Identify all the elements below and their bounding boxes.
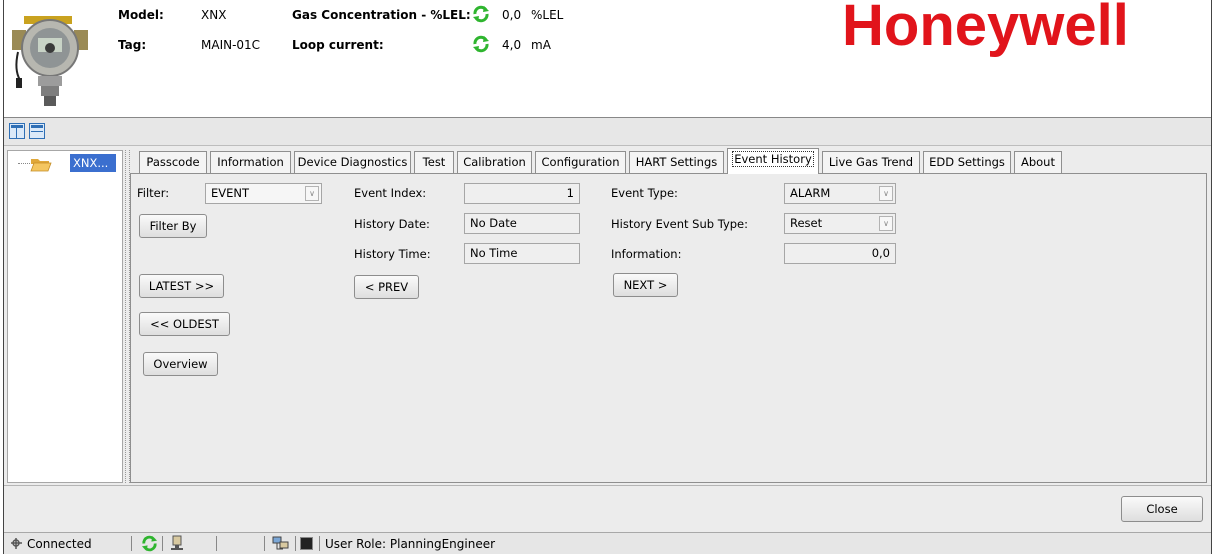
stop-icon[interactable] — [300, 537, 313, 550]
layout-split-icon[interactable] — [29, 123, 45, 139]
footer-divider — [4, 485, 1211, 486]
status-separator — [162, 536, 163, 551]
tab-hart-settings[interactable]: HART Settings — [629, 151, 724, 173]
status-separator — [216, 536, 217, 551]
tab-about[interactable]: About — [1014, 151, 1062, 173]
refresh-icon[interactable] — [141, 535, 158, 552]
tab-edd-settings[interactable]: EDD Settings — [923, 151, 1011, 173]
tab-test[interactable]: Test — [414, 151, 454, 173]
device-tree: XNX... — [7, 150, 123, 483]
tree-connector — [18, 163, 30, 164]
tab-configuration[interactable]: Configuration — [535, 151, 626, 173]
device-header: Model: XNX Tag: MAIN-01C Gas Concentrati… — [4, 0, 1211, 117]
connection-status: Connected — [27, 537, 92, 551]
information-label: Information: — [611, 247, 682, 261]
connection-icon — [11, 538, 22, 549]
chevron-down-icon: ∨ — [879, 216, 893, 231]
filter-by-button[interactable]: Filter By — [139, 214, 207, 238]
gas-concentration-value: 0,0 — [502, 8, 522, 22]
history-event-sub-type-label: History Event Sub Type: — [611, 217, 749, 231]
history-event-sub-type-value: Reset — [790, 216, 823, 230]
tab-event-history-label: Event History — [732, 151, 814, 167]
model-label: Model: — [118, 8, 164, 22]
latest-button[interactable]: LATEST >> — [139, 274, 224, 298]
history-time-field: No Time — [464, 243, 580, 264]
overview-button[interactable]: Overview — [143, 352, 218, 376]
oldest-button[interactable]: << OLDEST — [139, 312, 230, 336]
event-type-label: Event Type: — [611, 186, 678, 200]
status-separator — [319, 536, 320, 551]
user-role: User Role: PlanningEngineer — [325, 537, 496, 551]
tag-value: MAIN-01C — [201, 38, 261, 52]
history-time-label: History Time: — [354, 247, 431, 261]
status-separator — [295, 536, 296, 551]
history-event-sub-type-select[interactable]: Reset ∨ — [784, 213, 896, 234]
event-type-select[interactable]: ALARM ∨ — [784, 183, 896, 204]
tab-device-diagnostics[interactable]: Device Diagnostics — [294, 151, 411, 173]
loop-current-unit: mA — [531, 38, 551, 52]
tab-live-gas-trend[interactable]: Live Gas Trend — [822, 151, 920, 173]
close-button[interactable]: Close — [1121, 496, 1203, 522]
event-index-label: Event Index: — [354, 186, 427, 200]
event-index-field: 1 — [464, 183, 580, 204]
tree-node-xnx[interactable]: XNX... — [70, 154, 116, 172]
tab-calibration[interactable]: Calibration — [457, 151, 532, 173]
tab-event-history[interactable]: Event History — [727, 148, 819, 174]
folder-open-icon — [30, 159, 52, 172]
network-icon[interactable] — [272, 535, 289, 551]
history-date-field: No Date — [464, 213, 580, 234]
prev-button[interactable]: < PREV — [354, 275, 419, 299]
layout-panel-icon[interactable] — [9, 123, 25, 139]
gas-concentration-label: Gas Concentration - %LEL: — [292, 8, 471, 22]
toolbar — [4, 118, 1211, 146]
tab-passcode[interactable]: Passcode — [139, 151, 207, 173]
loop-current-value: 4,0 — [502, 38, 522, 52]
filter-value: EVENT — [211, 186, 250, 200]
model-value: XNX — [201, 8, 227, 22]
status-bar — [4, 532, 1211, 554]
history-date-label: History Date: — [354, 217, 430, 231]
refresh-icon[interactable] — [472, 5, 490, 23]
filter-select[interactable]: EVENT ∨ — [205, 183, 322, 204]
refresh-icon[interactable] — [472, 35, 490, 53]
event-type-value: ALARM — [790, 186, 831, 200]
chevron-down-icon: ∨ — [305, 186, 319, 201]
tab-information[interactable]: Information — [210, 151, 291, 173]
filter-label: Filter: — [137, 186, 170, 200]
device-icon[interactable] — [169, 535, 185, 551]
tag-label: Tag: — [118, 38, 147, 52]
loop-current-label: Loop current: — [292, 38, 384, 52]
device-image — [12, 16, 88, 106]
status-separator — [131, 536, 132, 551]
gas-concentration-unit: %LEL — [531, 8, 564, 22]
chevron-down-icon: ∨ — [879, 186, 893, 201]
honeywell-logo: Honeywell — [842, 0, 1129, 58]
status-separator — [264, 536, 265, 551]
next-button[interactable]: NEXT > — [613, 273, 678, 297]
information-field: 0,0 — [784, 243, 896, 264]
